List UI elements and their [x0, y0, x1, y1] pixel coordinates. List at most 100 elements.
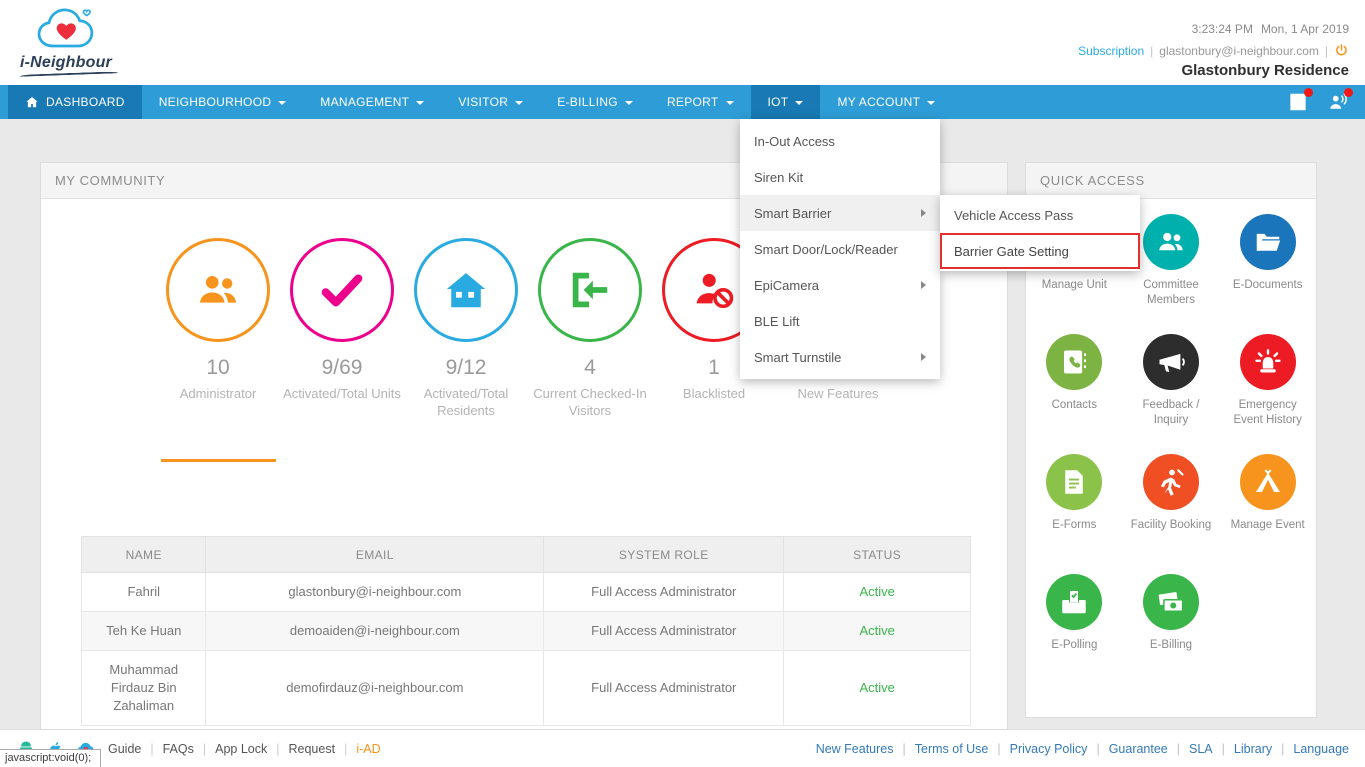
menu-item-ble-lift[interactable]: BLE Lift [740, 303, 940, 339]
nav-item-label: E-BILLING [557, 95, 618, 109]
cell-email: demofirdauz@i-neighbour.com [205, 650, 545, 726]
footer-link-guide[interactable]: Guide [108, 742, 141, 756]
person-wave-icon[interactable] [1327, 88, 1353, 113]
menu-item-label: Smart Door/Lock/Reader [754, 241, 898, 257]
news-icon[interactable] [1287, 88, 1313, 113]
submenu-item-label: Barrier Gate Setting [954, 243, 1069, 259]
stat-current-checked-in-visitors[interactable]: 4 Current Checked-In Visitors [528, 238, 652, 419]
submenu-item-barrier-gate-setting[interactable]: Barrier Gate Setting [940, 233, 1140, 269]
footer-link-library[interactable]: Library [1234, 742, 1272, 756]
nav-item-my-account[interactable]: MY ACCOUNT [820, 85, 952, 119]
separator: | [344, 741, 348, 756]
footer: Guide | FAQs | App Lock | Request | i-AD New Fea… [0, 729, 1365, 767]
menu-item-label: Siren Kit [754, 169, 804, 185]
quick-access-feedback-inquiry[interactable]: Feedback / Inquiry [1123, 334, 1220, 454]
chevron-right-icon [921, 353, 926, 361]
menu-item-smart-barrier[interactable]: Smart Barrier [740, 195, 940, 231]
administrator-table: NAME EMAIL SYSTEM ROLE STATUS Fahril glaston… [80, 536, 971, 726]
status-badge: Active [783, 572, 971, 612]
nav-item-label: IOT [767, 95, 789, 109]
quick-access-emergency-event-history[interactable]: Emergency Event History [1219, 334, 1316, 454]
stat-label: New Features [797, 386, 879, 401]
nav-item-label: MY ACCOUNT [837, 95, 921, 109]
separator: | [1176, 741, 1181, 756]
chevron-down-icon [416, 100, 425, 105]
menu-item-label: In-Out Access [754, 133, 835, 149]
cell-name: Teh Ke Huan [80, 611, 207, 651]
app-logo[interactable]: i-Neighbour [19, 4, 150, 78]
quick-access-e-documents[interactable]: E-Documents [1219, 214, 1316, 334]
footer-link-new-features[interactable]: New Features [816, 742, 894, 756]
nav-item-label: MANAGEMENT [320, 95, 410, 109]
column-header-status: STATUS [783, 536, 971, 573]
chevron-down-icon [927, 100, 936, 105]
separator: | [276, 741, 280, 756]
quick-access-label: Feedback / Inquiry [1142, 399, 1200, 426]
logo-text: i-Neighbour [20, 54, 112, 71]
nav-item-label: VISITOR [458, 95, 509, 109]
separator: | [150, 741, 154, 756]
nav-item-dashboard[interactable]: DASHBOARD [8, 85, 142, 119]
stat-administrator[interactable]: 10 Administrator [156, 238, 280, 419]
notification-dot [1344, 88, 1353, 97]
footer-link-privacy-policy[interactable]: Privacy Policy [1010, 742, 1088, 756]
current-checked-in-visitors-icon [538, 238, 642, 342]
quick-access-label: E-Billing [1149, 639, 1193, 651]
subscription-link[interactable]: Subscription [1078, 44, 1144, 58]
footer-link-language[interactable]: Language [1293, 742, 1349, 756]
footer-link-terms-of-use[interactable]: Terms of Use [915, 742, 989, 756]
stat-activated-total-units[interactable]: 9/69 Activated/Total Units [280, 238, 404, 419]
nav-item-management[interactable]: MANAGEMENT [303, 85, 441, 119]
menu-item-in-out-access[interactable]: In-Out Access [740, 123, 940, 159]
e-billing-icon [1142, 574, 1199, 630]
menu-item-label: Smart Turnstile [754, 349, 842, 365]
cell-name: Muhammad Firdauz Bin Zahaliman [80, 650, 207, 726]
separator: | [1096, 741, 1100, 756]
cell-name: Fahril [80, 572, 207, 612]
logout-power-icon[interactable] [1334, 43, 1349, 58]
quick-access-e-billing[interactable]: E-Billing [1123, 574, 1220, 694]
quick-access-facility-booking[interactable]: Facility Booking [1123, 454, 1220, 574]
e-documents-icon [1239, 214, 1296, 270]
main-nav: DASHBOARD NEIGHBOURHOOD MANAGEMENT VISITOR E… [0, 85, 1365, 119]
separator: | [1281, 741, 1285, 756]
quick-access-manage-event[interactable]: Manage Event [1219, 454, 1316, 574]
cell-system-role: Full Access Administrator [543, 572, 785, 612]
nav-item-iot[interactable]: IOT [750, 85, 821, 119]
quick-access-e-polling[interactable]: E-Polling [1026, 574, 1123, 694]
nav-item-report[interactable]: REPORT [650, 85, 751, 119]
submenu-item-vehicle-access-pass[interactable]: Vehicle Access Pass [940, 197, 1140, 233]
footer-link-faqs[interactable]: FAQs [163, 742, 194, 756]
quick-access-e-forms[interactable]: E-Forms [1026, 454, 1123, 574]
nav-item-visitor[interactable]: VISITOR [441, 85, 540, 119]
separator: | [997, 741, 1001, 756]
footer-link-app-lock[interactable]: App Lock [215, 742, 267, 756]
stat-label: Blacklisted [682, 386, 746, 401]
quick-access-label: Emergency Event History [1233, 399, 1302, 426]
activated-total-units-icon [290, 238, 394, 342]
menu-item-smart-door-lock-reader[interactable]: Smart Door/Lock/Reader [740, 231, 940, 267]
quick-access-label: Committee Members [1143, 279, 1199, 306]
nav-item-e-billing[interactable]: E-BILLING [540, 85, 650, 119]
emergency-event-history-icon [1239, 334, 1296, 390]
committee-members-icon [1142, 214, 1199, 270]
menu-item-epicamera[interactable]: EpiCamera [740, 267, 940, 303]
quick-access-contacts[interactable]: Contacts [1026, 334, 1123, 454]
menu-item-label: BLE Lift [754, 313, 800, 329]
stat-value: 4 [584, 356, 596, 379]
footer-link-guarantee[interactable]: Guarantee [1109, 742, 1168, 756]
status-badge: Active [783, 650, 971, 726]
clock: 3:23:24 PM Mon, 1 Apr 2019 [1078, 22, 1349, 36]
footer-link-i-ad[interactable]: i-AD [356, 742, 380, 756]
menu-item-smart-turnstile[interactable]: Smart Turnstile [740, 339, 940, 375]
stat-activated-total-residents[interactable]: 9/12 Activated/Total Residents [404, 238, 528, 419]
activated-total-residents-icon [414, 238, 518, 342]
footer-link-request[interactable]: Request [289, 742, 336, 756]
quick-access-label: E-Polling [1051, 639, 1098, 651]
nav-item-neighbourhood[interactable]: NEIGHBOURHOOD [142, 85, 304, 119]
separator: | [902, 741, 906, 756]
chevron-down-icon [725, 100, 734, 105]
cell-system-role: Full Access Administrator [543, 650, 785, 726]
menu-item-siren-kit[interactable]: Siren Kit [740, 159, 940, 195]
footer-link-sla[interactable]: SLA [1189, 742, 1213, 756]
